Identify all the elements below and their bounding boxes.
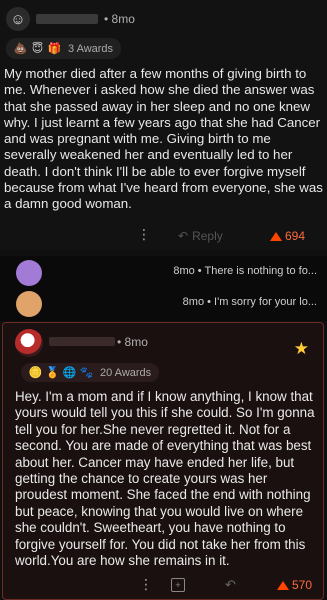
award-icon: 🪙 xyxy=(28,367,43,379)
more-options-icon[interactable]: ⋮ xyxy=(139,576,153,593)
collapsed-reply[interactable]: 8mo • There is nothing to fo... xyxy=(0,256,327,290)
comment-card: ☺ • 8mo 💩 😇 🎁 3 Awards My mother died af… xyxy=(0,0,327,250)
award-icon: 😇 xyxy=(31,43,44,55)
award-icon: 🌐 xyxy=(62,367,77,379)
reply-avatar xyxy=(16,260,42,286)
comment-body: My mother died after a few months of giv… xyxy=(4,66,323,212)
award-icon: 🐾 xyxy=(79,367,94,379)
comment-time: • 8mo xyxy=(117,335,148,349)
collapsed-reply-preview: 8mo • I'm sorry for your lo... xyxy=(182,296,317,308)
reply-icon[interactable]: ↶ xyxy=(225,577,236,593)
upvote-icon[interactable] xyxy=(277,580,289,590)
score: 694 xyxy=(270,229,305,243)
star-icon: ★ xyxy=(293,339,309,358)
comment-header: ☺ • 8mo xyxy=(6,6,135,32)
award-icon: 🏅 xyxy=(45,367,60,379)
gift-icon[interactable]: + xyxy=(171,578,185,592)
redacted-username xyxy=(49,337,115,346)
user-avatar[interactable] xyxy=(15,329,43,357)
comment-time: • 8mo xyxy=(104,12,135,26)
reply-icon: ↶ xyxy=(178,229,189,243)
redacted-username xyxy=(36,14,98,24)
reply-avatar xyxy=(16,291,42,317)
awards-count: 20 Awards xyxy=(100,366,152,379)
awards-row[interactable]: 🪙 🏅 🌐 🐾 20 Awards xyxy=(21,363,160,382)
upvote-icon[interactable] xyxy=(270,231,282,241)
user-avatar[interactable]: ☺ xyxy=(6,7,30,31)
award-icon: 💩 xyxy=(13,43,28,55)
comment-body: Hey. I'm a mom and if I know anything, I… xyxy=(15,389,315,569)
award-icon: 🎁 xyxy=(47,43,62,55)
awards-count: 3 Awards xyxy=(68,42,114,55)
more-options-icon[interactable]: ⋮ xyxy=(137,226,151,243)
comment-actions: ⋮ ↶ Reply 694 xyxy=(0,226,327,246)
awards-row[interactable]: 💩 😇 🎁 3 Awards xyxy=(6,38,122,59)
collapsed-reply-preview: 8mo • There is nothing to fo... xyxy=(173,265,317,277)
reply-button[interactable]: ↶ Reply xyxy=(178,229,223,243)
collapsed-reply[interactable]: 8mo • I'm sorry for your lo... xyxy=(0,287,327,321)
comment-actions: ⋮ + ↶ 570 xyxy=(3,576,321,596)
score: 570 xyxy=(277,578,312,592)
highlighted-comment-card: • 8mo ★ 🪙 🏅 🌐 🐾 20 Awards Hey. I'm a mom… xyxy=(2,322,324,600)
